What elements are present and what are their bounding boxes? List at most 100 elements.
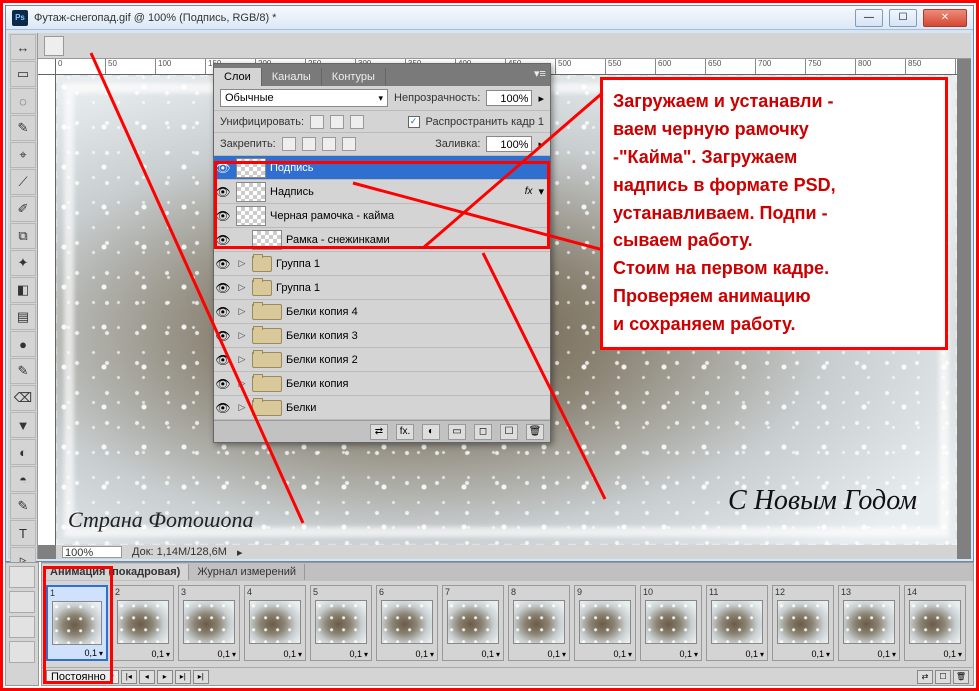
expand-icon[interactable]: ▷ — [236, 282, 248, 293]
dock-icon[interactable] — [9, 566, 35, 588]
animation-frame[interactable]: 90,1 — [574, 585, 636, 661]
lock-transparent-icon[interactable] — [282, 137, 296, 151]
animation-frame[interactable]: 10,1 — [46, 585, 108, 661]
tool-button[interactable]: ⌖ — [10, 142, 36, 168]
loop-select[interactable]: Постоянно — [46, 670, 119, 684]
layers-footer-button[interactable]: fx. — [396, 424, 414, 440]
expand-icon[interactable]: ▷ — [236, 354, 248, 365]
tool-button[interactable]: ✎ — [10, 115, 36, 141]
visibility-toggle-icon[interactable]: 👁 — [214, 377, 232, 391]
visibility-toggle-icon[interactable]: 👁 — [214, 281, 232, 295]
unify-visibility-icon[interactable] — [330, 115, 344, 129]
tool-button[interactable]: ✎ — [10, 358, 36, 384]
tab-layers[interactable]: Слои — [214, 68, 262, 86]
dock-icon[interactable] — [9, 591, 35, 613]
visibility-toggle-icon[interactable]: 👁 — [214, 353, 232, 367]
tab-measurement-log[interactable]: Журнал измерений — [189, 564, 305, 580]
play-button[interactable]: ▸ — [157, 670, 173, 684]
fill-field[interactable]: 100% — [486, 136, 532, 152]
expand-icon[interactable]: ▷ — [236, 330, 248, 341]
layer-row[interactable]: 👁▷Белки копия 2 — [214, 348, 550, 372]
fx-expand-icon[interactable]: ▾ — [538, 185, 544, 198]
animation-frame[interactable]: 130,1 — [838, 585, 900, 661]
visibility-toggle-icon[interactable]: 👁 — [214, 329, 232, 343]
frame-delay[interactable]: 0,1 — [839, 649, 899, 659]
animation-frame[interactable]: 20,1 — [112, 585, 174, 661]
close-button[interactable]: ✕ — [923, 9, 967, 27]
frame-delay[interactable]: 0,1 — [311, 649, 371, 659]
zoom-field[interactable]: 100% — [62, 546, 122, 558]
visibility-toggle-icon[interactable]: 👁 — [214, 161, 232, 175]
tab-channels[interactable]: Каналы — [262, 68, 322, 86]
frame-delay[interactable]: 0,1 — [575, 649, 635, 659]
opacity-flyout-icon[interactable]: ▸ — [538, 92, 544, 105]
animation-frame[interactable]: 60,1 — [376, 585, 438, 661]
visibility-toggle-icon[interactable]: 👁 — [214, 305, 232, 319]
delete-frame-button[interactable]: 🗑 — [953, 670, 969, 684]
animation-frame[interactable]: 80,1 — [508, 585, 570, 661]
frame-delay[interactable]: 0,1 — [48, 648, 106, 658]
animation-frame[interactable]: 120,1 — [772, 585, 834, 661]
tool-button[interactable]: ◌ — [10, 88, 36, 114]
animation-frame[interactable]: 100,1 — [640, 585, 702, 661]
layer-row[interactable]: 👁Надписьfx▾ — [214, 180, 550, 204]
maximize-button[interactable]: ☐ — [889, 9, 917, 27]
tool-button[interactable]: T — [10, 520, 36, 546]
tool-button[interactable]: ◐ — [10, 439, 36, 465]
frame-delay[interactable]: 0,1 — [245, 649, 305, 659]
tool-preset-icon[interactable] — [44, 36, 64, 56]
tool-button[interactable]: ✎ — [10, 493, 36, 519]
tool-button[interactable]: ▤ — [10, 304, 36, 330]
tool-button[interactable]: ↔ — [10, 34, 36, 60]
last-frame-button[interactable]: ▸| — [193, 670, 209, 684]
frame-delay[interactable]: 0,1 — [443, 649, 503, 659]
tool-button[interactable]: ⧉ — [10, 223, 36, 249]
layer-row[interactable]: 👁▷Белки — [214, 396, 550, 420]
unify-position-icon[interactable] — [310, 115, 324, 129]
layer-row[interactable]: 👁Рамка - снежинками — [214, 228, 550, 252]
expand-icon[interactable]: ▷ — [236, 258, 248, 269]
panel-menu-icon[interactable]: ▾≡ — [532, 66, 548, 82]
opacity-field[interactable]: 100% — [486, 90, 532, 106]
unify-style-icon[interactable] — [350, 115, 364, 129]
duplicate-frame-button[interactable]: ☐ — [935, 670, 951, 684]
blend-mode-select[interactable]: Обычные — [220, 89, 388, 107]
tab-animation[interactable]: Анимация (покадровая) — [42, 564, 189, 580]
prev-frame-button[interactable]: ◂ — [139, 670, 155, 684]
animation-frame[interactable]: 70,1 — [442, 585, 504, 661]
dock-icon[interactable] — [9, 616, 35, 638]
visibility-toggle-icon[interactable]: 👁 — [214, 401, 232, 415]
frame-delay[interactable]: 0,1 — [377, 649, 437, 659]
animation-frame[interactable]: 30,1 — [178, 585, 240, 661]
layer-row[interactable]: 👁Черная рамочка - кайма — [214, 204, 550, 228]
fx-badge[interactable]: fx — [525, 186, 535, 197]
frame-delay[interactable]: 0,1 — [179, 649, 239, 659]
layers-footer-button[interactable]: ◻ — [474, 424, 492, 440]
layer-row[interactable]: 👁▷Белки копия 3 — [214, 324, 550, 348]
status-menu-icon[interactable]: ▸ — [237, 546, 243, 559]
lock-pixels-icon[interactable] — [302, 137, 316, 151]
frame-delay[interactable]: 0,1 — [641, 649, 701, 659]
expand-icon[interactable]: ▷ — [236, 402, 248, 413]
propagate-checkbox[interactable]: ✓ — [408, 116, 420, 128]
layers-footer-button[interactable]: ▭ — [448, 424, 466, 440]
fill-flyout-icon[interactable]: ▸ — [538, 138, 544, 151]
tab-paths[interactable]: Контуры — [322, 68, 386, 86]
tool-button[interactable]: ⌫ — [10, 385, 36, 411]
animation-frame[interactable]: 110,1 — [706, 585, 768, 661]
dock-icon[interactable] — [9, 641, 35, 663]
tool-button[interactable]: ◧ — [10, 277, 36, 303]
layers-footer-button[interactable]: 🗑 — [526, 424, 544, 440]
layer-row[interactable]: 👁▷Белки копия — [214, 372, 550, 396]
frame-delay[interactable]: 0,1 — [509, 649, 569, 659]
frame-delay[interactable]: 0,1 — [707, 649, 767, 659]
tween-button[interactable]: ⇄ — [917, 670, 933, 684]
first-frame-button[interactable]: |◂ — [121, 670, 137, 684]
expand-icon[interactable]: ▷ — [236, 378, 248, 389]
layers-footer-button[interactable]: ⇄ — [370, 424, 388, 440]
visibility-toggle-icon[interactable]: 👁 — [214, 233, 232, 247]
animation-frame[interactable]: 50,1 — [310, 585, 372, 661]
lock-position-icon[interactable] — [322, 137, 336, 151]
layers-footer-button[interactable]: ◐ — [422, 424, 440, 440]
layer-row[interactable]: 👁Подпись — [214, 156, 550, 180]
